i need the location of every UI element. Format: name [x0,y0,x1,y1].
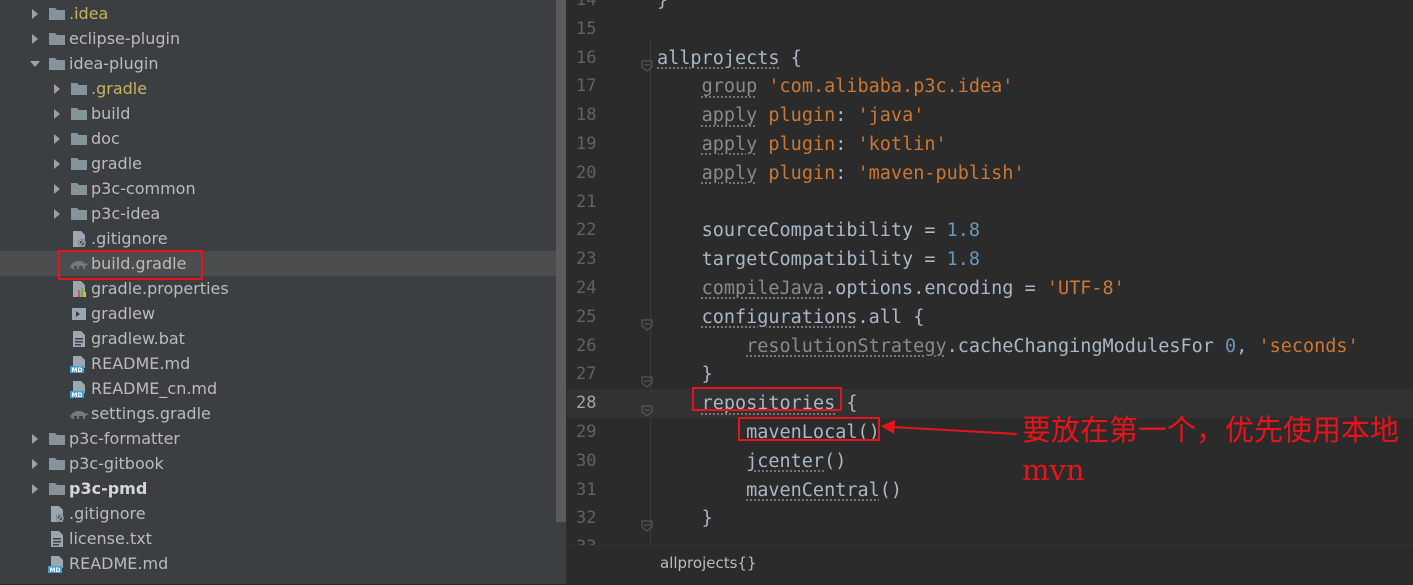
annotation-arrow [881,420,1018,435]
annotation-note: 要放在第一个，优先使用本地mvn [1022,413,1400,487]
